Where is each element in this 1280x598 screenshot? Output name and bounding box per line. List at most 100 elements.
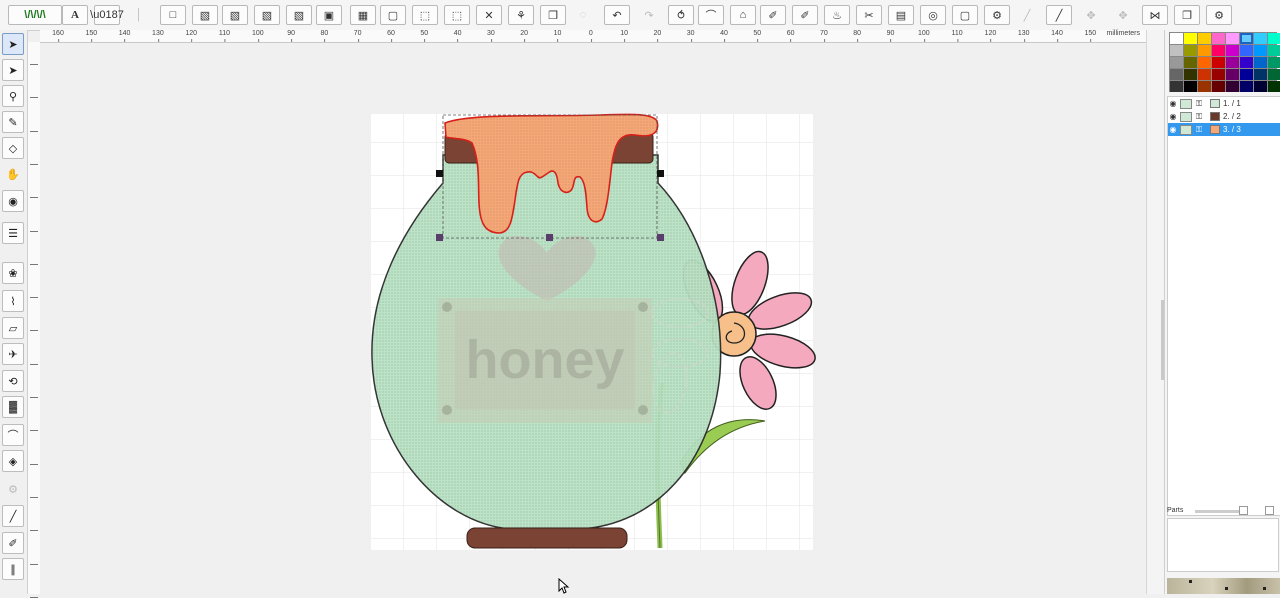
eraser-tool-icon[interactable]: ▱ bbox=[2, 317, 24, 339]
color-swatch[interactable] bbox=[1254, 69, 1267, 80]
color-swatch[interactable] bbox=[1212, 45, 1225, 56]
brush-tool-icon[interactable]: ✈ bbox=[2, 343, 24, 365]
open-folder-button[interactable]: ▧ bbox=[286, 5, 312, 25]
trace-tool-icon[interactable]: ◈ bbox=[2, 450, 24, 472]
bezier-button[interactable]: ⌒ bbox=[698, 5, 724, 25]
curve-button[interactable]: ╱ bbox=[1046, 5, 1072, 25]
color-swatch[interactable] bbox=[1170, 45, 1183, 56]
color-swatch[interactable] bbox=[1212, 81, 1225, 92]
new-doc-button[interactable]: □ bbox=[160, 5, 186, 25]
layer-row[interactable]: ◉ ⚿ 3. / 3 bbox=[1168, 123, 1280, 136]
eyedropper-button[interactable]: ✐ bbox=[760, 5, 786, 25]
color-swatch[interactable] bbox=[1198, 33, 1211, 44]
monogram-button[interactable]: \u0187 bbox=[90, 5, 124, 25]
color-swatch[interactable] bbox=[1170, 81, 1183, 92]
color-swatch[interactable] bbox=[1254, 81, 1267, 92]
needle-button[interactable]: ⚙ bbox=[984, 5, 1010, 25]
color-swatch[interactable] bbox=[1240, 69, 1253, 80]
frame-text-button[interactable]: ▤ bbox=[888, 5, 914, 25]
polygon-tool-icon[interactable]: ◇ bbox=[2, 137, 24, 159]
color-swatch[interactable] bbox=[1226, 57, 1239, 68]
design-canvas[interactable]: honey bbox=[40, 43, 1146, 594]
lock-icon[interactable]: ⚿ bbox=[1194, 112, 1204, 122]
color-swatch[interactable] bbox=[1212, 69, 1225, 80]
pen-tool-icon[interactable]: ✎ bbox=[2, 111, 24, 133]
color-swatch[interactable] bbox=[1226, 33, 1239, 44]
copy-button[interactable]: ❐ bbox=[540, 5, 566, 25]
color-swatch[interactable] bbox=[1170, 33, 1183, 44]
app-logo-button[interactable]: \/\/\/\ bbox=[8, 5, 62, 25]
node-select-tool-icon[interactable]: ➤ bbox=[2, 59, 24, 81]
path-tool-icon[interactable]: ╱ bbox=[2, 505, 24, 527]
import-button[interactable]: ▧ bbox=[222, 5, 248, 25]
shape-button[interactable]: ▢ bbox=[952, 5, 978, 25]
color-swatch[interactable] bbox=[1268, 81, 1280, 92]
settings-button[interactable]: ⚙ bbox=[1206, 5, 1232, 25]
parts-option-checkbox[interactable] bbox=[1239, 506, 1248, 515]
curve-tool-icon[interactable]: ⌒ bbox=[2, 424, 24, 446]
visibility-eye-icon[interactable]: ◉ bbox=[1168, 99, 1178, 108]
select-frame-button[interactable]: ▦ bbox=[350, 5, 376, 25]
color-swatch[interactable] bbox=[1184, 33, 1197, 44]
parts-option-checkbox[interactable] bbox=[1265, 506, 1274, 515]
color-swatch[interactable] bbox=[1254, 45, 1267, 56]
knife-button[interactable]: ✂ bbox=[856, 5, 882, 25]
layers-button[interactable]: ❐ bbox=[1174, 5, 1200, 25]
save-button[interactable]: ▣ bbox=[316, 5, 342, 25]
stitch-path-button[interactable]: ⥀ bbox=[668, 5, 694, 25]
hoop-view-button[interactable]: ⋈ bbox=[1142, 5, 1168, 25]
lock-icon[interactable]: ⚿ bbox=[1194, 125, 1204, 135]
color-swatch[interactable] bbox=[1184, 45, 1197, 56]
selection-handle[interactable] bbox=[436, 234, 443, 241]
lock-icon[interactable]: ⚿ bbox=[1194, 99, 1204, 109]
group-button[interactable]: ⚘ bbox=[508, 5, 534, 25]
lasso-tool-icon[interactable]: ⟲ bbox=[2, 370, 24, 392]
color-swatch[interactable] bbox=[1268, 33, 1280, 44]
color-swatch[interactable] bbox=[1170, 69, 1183, 80]
text-tool-button[interactable]: A bbox=[62, 5, 88, 25]
color-swatch[interactable] bbox=[1198, 81, 1211, 92]
open-recent-button[interactable]: ▧ bbox=[254, 5, 280, 25]
color-swatch[interactable] bbox=[1226, 45, 1239, 56]
visibility-eye-icon[interactable]: ◉ bbox=[1168, 125, 1178, 134]
stitch-timeline[interactable] bbox=[1167, 578, 1280, 594]
fill-tool-icon[interactable]: ◉ bbox=[2, 190, 24, 212]
design-svg[interactable]: honey bbox=[40, 43, 1146, 594]
trace-button[interactable]: ◎ bbox=[920, 5, 946, 25]
satin-tool-icon[interactable]: ❀ bbox=[2, 262, 24, 284]
color-swatch[interactable] bbox=[1268, 57, 1280, 68]
color-swatch[interactable] bbox=[1170, 57, 1183, 68]
select-tool-icon[interactable]: ➤ bbox=[2, 33, 24, 55]
color-swatch[interactable] bbox=[1212, 33, 1225, 44]
zoom-tool-icon[interactable]: ⚲ bbox=[2, 85, 24, 107]
stitch-tool-icon[interactable]: ▓ bbox=[2, 396, 24, 418]
color-swatch[interactable] bbox=[1198, 57, 1211, 68]
parts-slider[interactable] bbox=[1195, 510, 1243, 513]
color-swatch[interactable] bbox=[1268, 45, 1280, 56]
selection-handle[interactable] bbox=[546, 234, 553, 241]
shirt-button[interactable]: ⌂ bbox=[730, 5, 756, 25]
layer-row[interactable]: ◉ ⚿ 1. / 1 bbox=[1168, 97, 1280, 110]
select-all-button[interactable]: ⬚ bbox=[412, 5, 438, 25]
canvas-vertical-scrollbar[interactable] bbox=[1146, 30, 1165, 594]
color-swatch[interactable] bbox=[1184, 81, 1197, 92]
hoop-button[interactable]: ▢ bbox=[380, 5, 406, 25]
edit-nodes-button[interactable]: ✐ bbox=[792, 5, 818, 25]
color-swatch[interactable] bbox=[1268, 69, 1280, 80]
color-swatch[interactable] bbox=[1198, 45, 1211, 56]
fill-button[interactable]: ♨ bbox=[824, 5, 850, 25]
color-swatch[interactable] bbox=[1226, 69, 1239, 80]
color-swatch[interactable] bbox=[1240, 81, 1253, 92]
measure-tool-icon[interactable]: ∥ bbox=[2, 558, 24, 580]
color-swatch[interactable] bbox=[1198, 69, 1211, 80]
undo-button[interactable]: ↶ bbox=[604, 5, 630, 25]
stack-tool-icon[interactable]: ☰ bbox=[2, 222, 24, 244]
deselect-button[interactable]: ⬚ bbox=[444, 5, 470, 25]
color-swatch[interactable] bbox=[1240, 45, 1253, 56]
color-swatch[interactable] bbox=[1212, 57, 1225, 68]
selection-handle[interactable] bbox=[657, 170, 664, 177]
color-swatch[interactable] bbox=[1184, 69, 1197, 80]
needle-tool-icon[interactable]: ✐ bbox=[2, 532, 24, 554]
layer-row[interactable]: ◉ ⚿ 2. / 2 bbox=[1168, 110, 1280, 123]
selection-handle[interactable] bbox=[657, 234, 664, 241]
